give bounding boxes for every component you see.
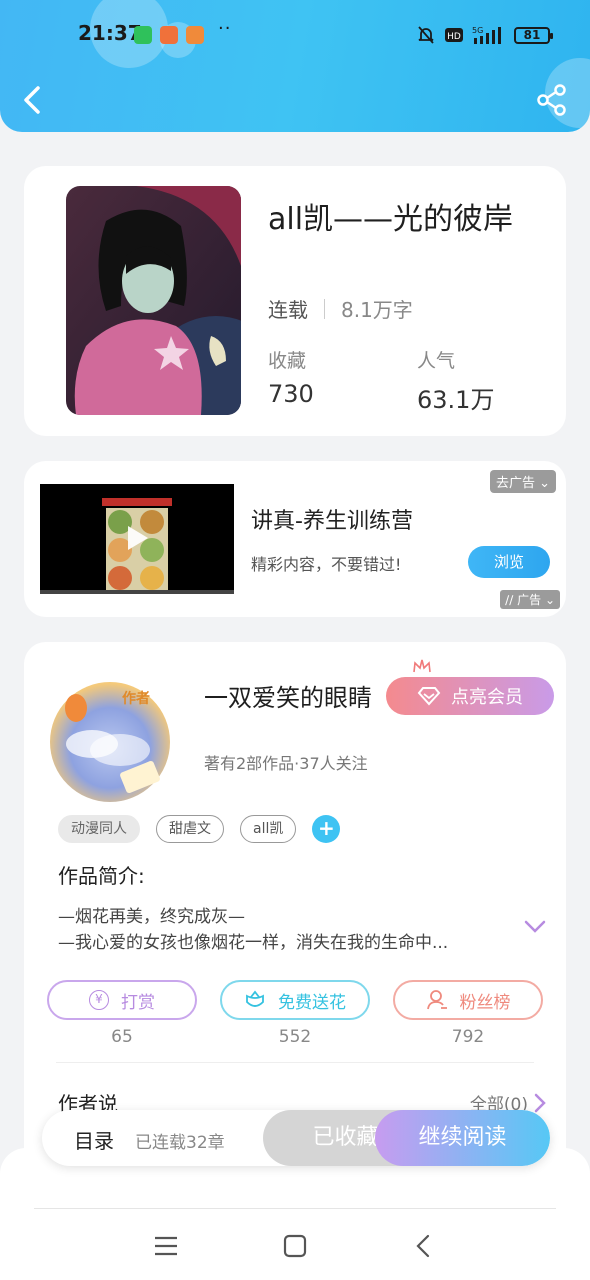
mute-bell-icon (418, 26, 434, 44)
svg-text:HD: HD (447, 32, 461, 42)
author-avatar[interactable]: 作者 (50, 682, 170, 802)
favorites-value: 730 (268, 380, 314, 408)
popularity-value: 63.1万 (417, 386, 495, 414)
app-notification-icon (160, 26, 178, 44)
tag-chip[interactable]: 动漫同人 (58, 815, 140, 843)
book-title: all凯——光的彼岸 (268, 202, 514, 237)
reward-button[interactable]: ¥ 打赏 (47, 980, 197, 1020)
divider (324, 298, 325, 319)
table-of-contents-button[interactable]: 目录 (74, 1125, 114, 1154)
diamond-icon (417, 687, 441, 706)
book-meta: 连载 8.1万字 (268, 294, 413, 323)
chevron-down-icon: ⌄ (544, 593, 555, 607)
author-stats: 著有2部作品·37人关注 (204, 754, 368, 773)
book-info-card: all凯——光的彼岸 连载 8.1万字 收藏 730 人气 63.1万 (24, 166, 566, 436)
continue-reading-button[interactable]: 继续阅读 (375, 1110, 550, 1166)
vip-button-label: 点亮会员 (451, 687, 523, 708)
yen-coin-icon: ¥ (89, 990, 109, 1010)
app-header: 21:37 ·· HD 5G 81 (0, 0, 590, 132)
chevron-down-icon: ⌄ (539, 476, 550, 491)
home-icon[interactable] (281, 1232, 309, 1260)
send-flower-button[interactable]: 免费送花 (220, 980, 370, 1020)
signal-icon: 5G (472, 26, 501, 44)
divider (34, 1208, 556, 1209)
author-badge: 作者 (122, 691, 150, 707)
status-time: 21:37 (78, 21, 142, 45)
more-notifications-icon: ·· (218, 18, 232, 39)
status-right: HD 5G 81 (416, 24, 553, 46)
intro-line: —我心爱的女孩也像烟花一样，消失在我的生命中... (58, 933, 449, 953)
tag-chip[interactable]: 甜虐文 (156, 815, 224, 843)
author-card: 作者 一双爱笑的眼睛 点亮会员 著有2部作品·37人关注 动漫同人 甜虐文 al… (24, 642, 566, 1182)
send-flower-label: 免费送花 (278, 992, 346, 1013)
hd-icon: HD (445, 28, 463, 42)
system-nav-bar (0, 1148, 590, 1280)
word-count: 8.1万字 (341, 298, 413, 322)
user-icon (426, 990, 447, 1010)
tag-chip[interactable]: all凯 (240, 815, 297, 843)
ad-badge[interactable]: ∕∕ 广告 ⌄ (500, 590, 560, 609)
ad-card[interactable]: 讲真-养生训练营 精彩内容，不要错过! 去广告 ⌄ 浏览 ∕∕ 广告 ⌄ (24, 461, 566, 617)
chevron-right-icon (534, 1093, 546, 1112)
book-cover-image[interactable] (66, 186, 241, 415)
remove-ad-label: 去广告 (495, 476, 535, 491)
ad-video-thumbnail[interactable] (40, 484, 234, 594)
favorites-label: 收藏 (268, 350, 307, 372)
battery-icon: 81 (514, 26, 553, 44)
expand-chevron-icon[interactable] (524, 920, 546, 934)
intro-line: —烟花再美，终究成灰— (58, 907, 245, 927)
menu-icon[interactable] (152, 1232, 180, 1260)
serial-status: 连载 (268, 298, 308, 322)
wechat-icon (134, 26, 152, 44)
ad-browse-button[interactable]: 浏览 (468, 546, 550, 578)
back-arrow-icon[interactable] (18, 80, 50, 120)
popularity-label: 人气 (417, 350, 456, 372)
fan-ranking-button[interactable]: 粉丝榜 (393, 980, 543, 1020)
ad-title: 讲真-养生训练营 (251, 509, 413, 534)
reading-action-bar: 目录 已连载32章 已收藏 继续阅读 (42, 1110, 550, 1166)
intro-heading: 作品简介: (58, 864, 145, 888)
crown-icon (413, 659, 431, 673)
flower-icon (246, 990, 264, 1007)
add-tag-button[interactable]: + (312, 815, 341, 843)
chapter-count: 已连载32章 (135, 1133, 225, 1153)
remove-ad-button[interactable]: 去广告 ⌄ (489, 470, 556, 493)
ad-description: 精彩内容，不要错过! (251, 555, 402, 574)
share-icon[interactable] (536, 84, 568, 116)
status-bar: 21:37 ·· HD 5G 81 (0, 18, 590, 52)
reward-count: 65 (111, 1027, 133, 1047)
author-name[interactable]: 一双爱笑的眼睛 (204, 678, 372, 713)
divider (56, 1062, 534, 1063)
fan-ranking-label: 粉丝榜 (459, 992, 511, 1013)
svg-text:5G: 5G (472, 26, 483, 35)
reward-label: 打赏 (121, 992, 155, 1013)
back-icon[interactable] (410, 1232, 438, 1260)
vip-button[interactable]: 点亮会员 (386, 677, 554, 715)
tag-list: 动漫同人 甜虐文 all凯 + (58, 815, 341, 843)
ad-badge-label: 广告 (517, 593, 542, 607)
fan-count: 792 (451, 1027, 485, 1047)
ad-network-icon: ∕∕ (505, 593, 514, 607)
flower-count: 552 (278, 1027, 312, 1047)
app-notification-icon (186, 26, 204, 44)
